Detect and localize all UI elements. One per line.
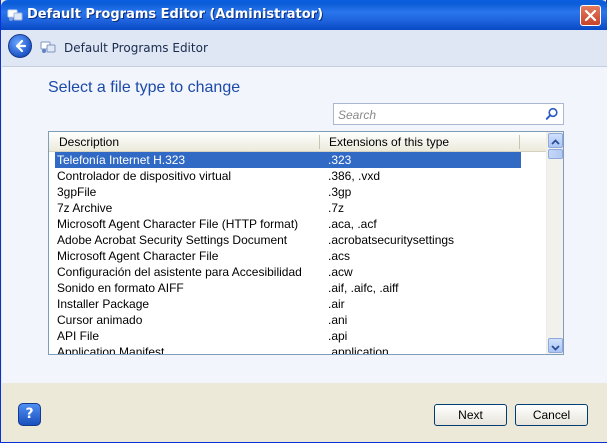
- list-item-description: 3gpFile: [57, 185, 97, 199]
- list-item-description: Installer Package: [57, 297, 150, 311]
- app-window: Default Programs Editor (Administrator) …: [0, 0, 607, 443]
- list-item-extensions: .3gp: [328, 185, 352, 199]
- list-item-extensions: .323: [328, 153, 352, 167]
- list-item-description: Adobe Acrobat Security Settings Document: [57, 233, 288, 247]
- list-item-extensions: .api: [328, 329, 348, 343]
- back-button[interactable]: [8, 34, 32, 58]
- list-item-extensions: .386, .vxd: [328, 169, 381, 183]
- navigation-bar: Default Programs Editor: [2, 30, 607, 67]
- list-item-description: Cursor animado: [57, 313, 143, 327]
- list-item-description: Controlador de dispositivo virtual: [57, 169, 232, 183]
- title-bar[interactable]: Default Programs Editor (Administrator): [1, 0, 607, 30]
- list-item-description: Application Manifest: [57, 345, 165, 355]
- list-item-description: Telefonía Internet H.323: [57, 153, 186, 167]
- list-item[interactable]: Application Manifest .application: [49, 344, 546, 355]
- vertical-scrollbar[interactable]: [546, 132, 563, 354]
- help-button[interactable]: ?: [18, 403, 41, 426]
- list-item-extensions: .7z: [328, 201, 345, 215]
- list-item-extensions: .aca, .acf: [328, 217, 377, 231]
- scroll-up-button[interactable]: [548, 133, 563, 148]
- search-icon[interactable]: [545, 107, 559, 121]
- chevron-up-icon: [551, 139, 560, 145]
- cancel-button[interactable]: Cancel: [515, 404, 588, 426]
- list-item[interactable]: Configuración del asistente para Accesib…: [49, 264, 546, 280]
- page-heading: Select a file type to change: [48, 79, 241, 96]
- nav-title: Default Programs Editor: [64, 41, 208, 55]
- default-programs-icon: [7, 9, 23, 21]
- file-type-list[interactable]: Description Extensions of this type Tele…: [48, 131, 564, 355]
- scroll-down-button[interactable]: [548, 338, 563, 353]
- next-button[interactable]: Next: [434, 404, 507, 426]
- list-item-extensions: .ani: [328, 313, 348, 327]
- list-header: Description Extensions of this type: [49, 132, 546, 152]
- list-item[interactable]: Cursor animado .ani: [49, 312, 546, 328]
- list-item[interactable]: 7z Archive .7z: [49, 200, 546, 216]
- list-item-description: Microsoft Agent Character File: [57, 249, 219, 263]
- list-item-description: Microsoft Agent Character File (HTTP for…: [57, 217, 299, 231]
- search-placeholder: Search: [338, 108, 377, 122]
- column-header-description[interactable]: Description: [59, 135, 119, 149]
- list-item-description: API File: [57, 329, 100, 343]
- help-icon: ?: [25, 406, 34, 422]
- default-programs-icon: [40, 41, 56, 53]
- footer: ? Next Cancel: [2, 383, 607, 442]
- list-item-extensions: .air: [328, 297, 345, 311]
- close-icon: [584, 9, 597, 22]
- list-item-extensions: .acw: [328, 265, 353, 279]
- close-button[interactable]: [580, 5, 601, 26]
- list-item[interactable]: Sonido en formato AIFF .aif, .aifc, .aiff: [49, 280, 546, 296]
- list-item-description: Sonido en formato AIFF: [57, 281, 184, 295]
- list-item-description: Configuración del asistente para Accesib…: [57, 265, 302, 279]
- list-item[interactable]: Controlador de dispositivo virtual .386, …: [49, 168, 546, 184]
- column-divider[interactable]: [519, 135, 520, 149]
- search-input[interactable]: Search: [333, 103, 564, 125]
- list-item[interactable]: Telefonía Internet H.323 .323: [49, 152, 546, 168]
- list-item-extensions: .aif, .aifc, .aiff: [328, 281, 399, 295]
- back-arrow-icon: [15, 39, 27, 53]
- list-item-description: 7z Archive: [57, 201, 113, 215]
- list-item[interactable]: 3gpFile .3gp: [49, 184, 546, 200]
- list-item-extensions: .acrobatsecuritysettings: [328, 233, 455, 247]
- list-item-extensions: .acs: [328, 249, 351, 263]
- list-item[interactable]: API File .api: [49, 328, 546, 344]
- main-content: Select a file type to change Search Desc…: [2, 67, 607, 383]
- chevron-down-icon: [551, 345, 560, 351]
- column-divider[interactable]: [319, 135, 320, 149]
- scroll-thumb[interactable]: [548, 149, 563, 159]
- list-item[interactable]: Adobe Acrobat Security Settings Document…: [49, 232, 546, 248]
- list-item-extensions: .application: [328, 345, 389, 355]
- list-item[interactable]: Microsoft Agent Character File .acs: [49, 248, 546, 264]
- list-item[interactable]: Microsoft Agent Character File (HTTP for…: [49, 216, 546, 232]
- window-title: Default Programs Editor (Administrator): [27, 7, 324, 22]
- column-header-extensions[interactable]: Extensions of this type: [329, 135, 449, 149]
- list-item[interactable]: Installer Package .air: [49, 296, 546, 312]
